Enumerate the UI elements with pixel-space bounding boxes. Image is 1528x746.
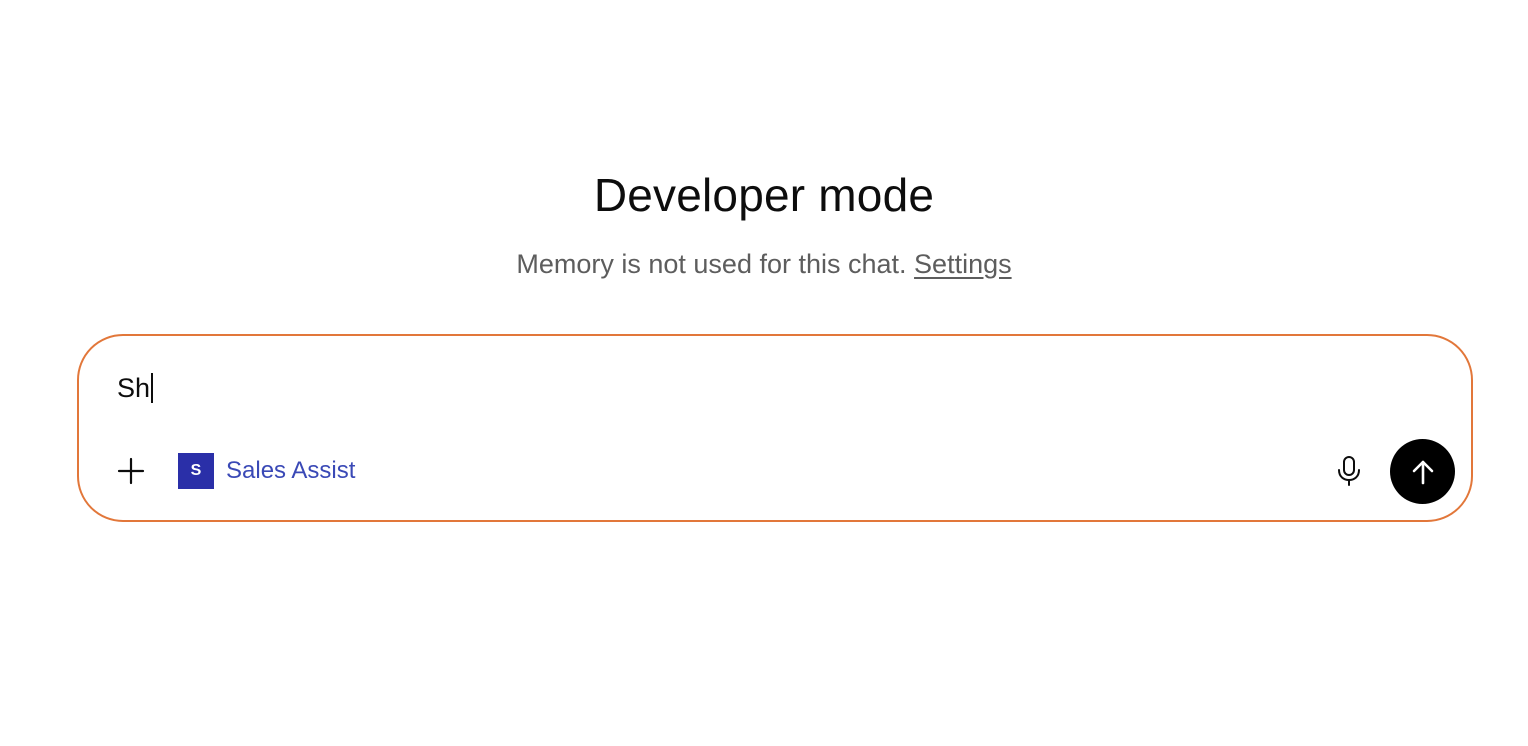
text-caret bbox=[151, 373, 153, 403]
microphone-icon bbox=[1338, 456, 1360, 486]
send-button[interactable] bbox=[1390, 439, 1455, 504]
connector-chip-sales-assist[interactable]: S Sales Assist bbox=[178, 453, 355, 489]
message-input-value: Sh bbox=[117, 373, 151, 403]
memory-notice: Memory is not used for this chat. Settin… bbox=[0, 249, 1528, 280]
chat-composer[interactable]: Sh S Sales Assist bbox=[77, 334, 1473, 522]
memory-notice-text: Memory is not used for this chat. bbox=[516, 249, 907, 279]
connector-chip-label: Sales Assist bbox=[226, 457, 356, 484]
plus-icon bbox=[117, 457, 145, 485]
add-attachment-button[interactable] bbox=[113, 453, 149, 489]
voice-input-button[interactable] bbox=[1331, 453, 1367, 489]
settings-link[interactable]: Settings bbox=[914, 249, 1012, 279]
message-input[interactable]: Sh bbox=[117, 370, 153, 406]
page-title: Developer mode bbox=[593, 169, 935, 221]
page: Developer mode Memory is not used for th… bbox=[0, 0, 1528, 746]
arrow-up-icon bbox=[1412, 460, 1433, 484]
sales-assist-logo: S bbox=[178, 453, 214, 489]
